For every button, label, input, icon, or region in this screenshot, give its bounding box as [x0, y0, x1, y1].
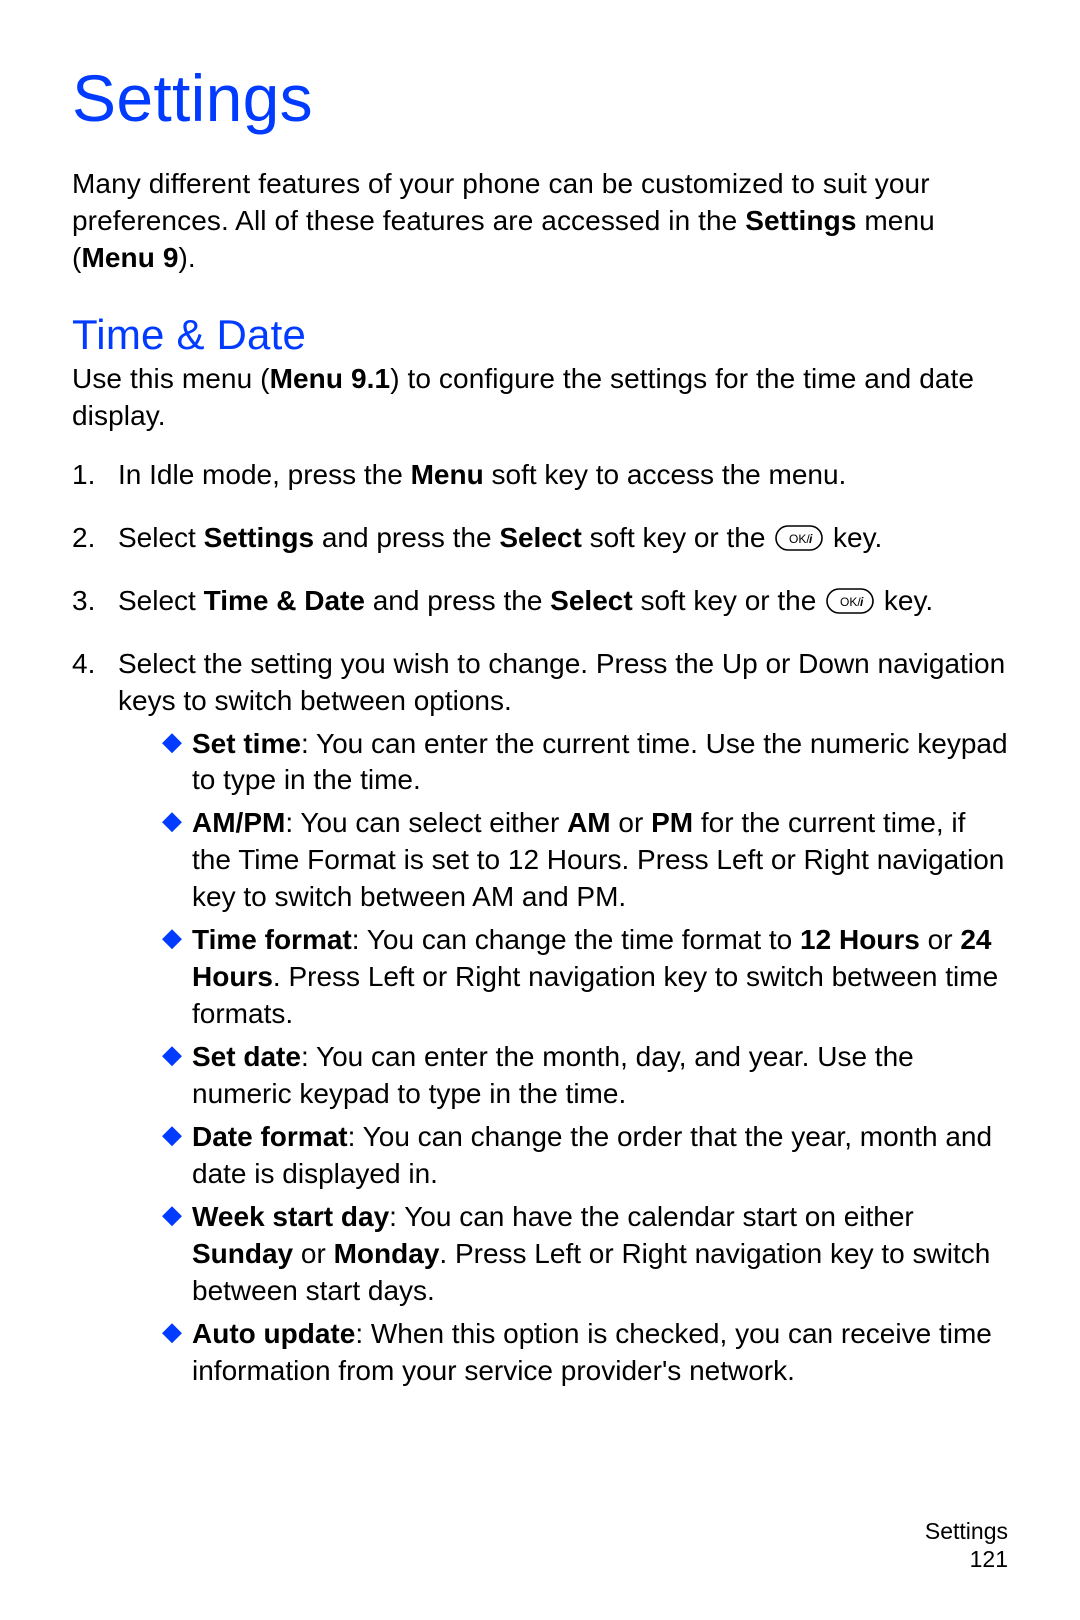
- bullet-label: Set time: [192, 728, 301, 759]
- footer-section-name: Settings: [925, 1517, 1008, 1546]
- intro-bold-settings: Settings: [745, 205, 856, 236]
- step-text: Select the setting you wish to change. P…: [118, 648, 1005, 716]
- svg-text:i: i: [809, 532, 813, 546]
- ok-key-icon: OK/i: [775, 525, 823, 551]
- bullet-label: Week start day: [192, 1201, 389, 1232]
- step-1: 1. In Idle mode, press the Menu soft key…: [72, 457, 1012, 494]
- steps-list: 1. In Idle mode, press the Menu soft key…: [72, 457, 1012, 1390]
- step-text: and press the: [365, 585, 550, 616]
- diamond-icon: ◆: [162, 924, 182, 950]
- diamond-icon: ◆: [162, 1121, 182, 1147]
- bullet-bold-pm: PM: [651, 807, 693, 838]
- step-number: 1.: [72, 457, 95, 494]
- bullet-text: or: [611, 807, 651, 838]
- svg-text:OK/: OK/: [789, 532, 810, 546]
- step-3: 3. Select Time & Date and press the Sele…: [72, 583, 1012, 620]
- bullet-date-format: ◆ Date format: You can change the order …: [162, 1119, 1012, 1193]
- step-number: 2.: [72, 520, 95, 557]
- diamond-icon: ◆: [162, 1041, 182, 1067]
- bullet-set-date: ◆ Set date: You can enter the month, day…: [162, 1039, 1012, 1113]
- step-text: Select: [118, 585, 204, 616]
- bullet-label: Auto update: [192, 1318, 355, 1349]
- bullet-set-time: ◆ Set time: You can enter the current ti…: [162, 726, 1012, 800]
- step-number: 4.: [72, 646, 95, 683]
- bullet-am-pm: ◆ AM/PM: You can select either AM or PM …: [162, 805, 1012, 916]
- bullet-text: : You can have the calendar start on eit…: [389, 1201, 914, 1232]
- ok-key-icon: OK/i: [826, 588, 874, 614]
- bullet-text: : You can enter the current time. Use th…: [192, 728, 1008, 796]
- step-bold-settings: Settings: [204, 522, 314, 553]
- section-desc: Use this menu (Menu 9.1) to configure th…: [72, 361, 1012, 435]
- step-text: and press the: [314, 522, 499, 553]
- page-footer: Settings 121: [925, 1517, 1008, 1575]
- svg-text:OK/: OK/: [840, 595, 861, 609]
- step-text: In Idle mode, press the: [118, 459, 411, 490]
- bullet-bold-sunday: Sunday: [192, 1238, 293, 1269]
- bullet-text: : You can select either: [285, 807, 567, 838]
- bullet-text: : You can change the time format to: [352, 924, 800, 955]
- bullet-time-format: ◆ Time format: You can change the time f…: [162, 922, 1012, 1033]
- diamond-icon: ◆: [162, 728, 182, 754]
- bullet-list: ◆ Set time: You can enter the current ti…: [118, 726, 1012, 1390]
- footer-page-number: 121: [925, 1545, 1008, 1574]
- diamond-icon: ◆: [162, 807, 182, 833]
- step-4: 4. Select the setting you wish to change…: [72, 646, 1012, 1390]
- bullet-text: . Press Left or Right navigation key to …: [192, 961, 998, 1029]
- bullet-text: or: [920, 924, 960, 955]
- bullet-week-start: ◆ Week start day: You can have the calen…: [162, 1199, 1012, 1310]
- bullet-label: Time format: [192, 924, 352, 955]
- step-2: 2. Select Settings and press the Select …: [72, 520, 1012, 557]
- bullet-bold-12h: 12 Hours: [800, 924, 920, 955]
- bullet-label: Date format: [192, 1121, 348, 1152]
- bullet-text: : You can enter the month, day, and year…: [192, 1041, 914, 1109]
- step-bold-select: Select: [499, 522, 582, 553]
- step-text: soft key or the: [633, 585, 824, 616]
- step-text: soft key to access the menu.: [484, 459, 847, 490]
- bullet-label: Set date: [192, 1041, 301, 1072]
- section-desc-before: Use this menu (: [72, 363, 270, 394]
- bullet-label: AM/PM: [192, 807, 285, 838]
- step-text: soft key or the: [582, 522, 773, 553]
- section-heading-time-date: Time & Date: [72, 311, 1012, 359]
- page-title: Settings: [72, 60, 1012, 136]
- bullet-bold-am: AM: [567, 807, 611, 838]
- diamond-icon: ◆: [162, 1201, 182, 1227]
- bullet-text: or: [293, 1238, 333, 1269]
- svg-text:i: i: [860, 595, 864, 609]
- intro-paragraph: Many different features of your phone ca…: [72, 166, 1012, 277]
- step-text: Select: [118, 522, 204, 553]
- step-text: key.: [825, 522, 882, 553]
- step-bold-select: Select: [550, 585, 633, 616]
- step-number: 3.: [72, 583, 95, 620]
- step-bold-timedate: Time & Date: [204, 585, 365, 616]
- intro-bold-menu9: Menu 9: [81, 242, 178, 273]
- intro-text-after: ).: [179, 242, 196, 273]
- section-desc-bold: Menu 9.1: [270, 363, 391, 394]
- step-text: key.: [876, 585, 933, 616]
- bullet-auto-update: ◆ Auto update: When this option is check…: [162, 1316, 1012, 1390]
- bullet-bold-monday: Monday: [334, 1238, 440, 1269]
- diamond-icon: ◆: [162, 1318, 182, 1344]
- step-bold-menu: Menu: [411, 459, 484, 490]
